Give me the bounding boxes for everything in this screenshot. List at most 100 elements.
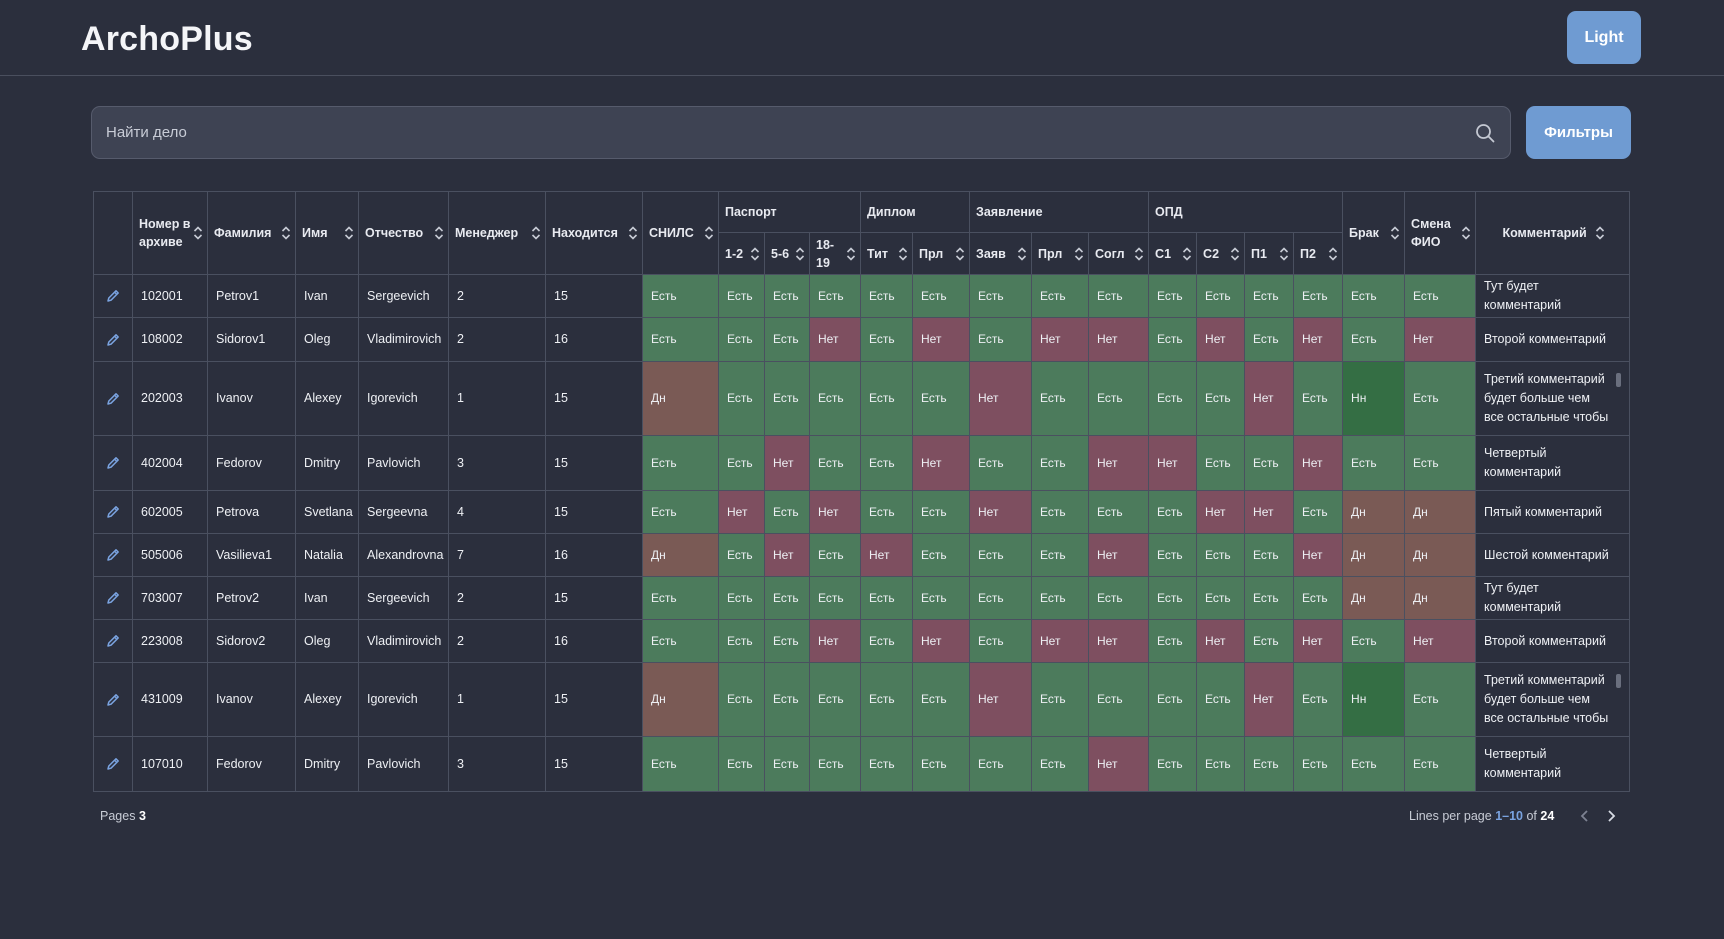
- header-comment[interactable]: Комментарий: [1475, 191, 1631, 275]
- comment-cell: Четвертый комментарий: [1475, 736, 1631, 792]
- sort-icon[interactable]: [1230, 246, 1240, 261]
- status-cell-zayav: Есть: [969, 576, 1033, 620]
- cell-patronymic: Pavlovich: [358, 435, 449, 491]
- pencil-icon[interactable]: [105, 547, 121, 563]
- cell-last-name: Fedorov: [207, 435, 296, 491]
- status-cell-tit: Есть: [860, 361, 913, 436]
- pencil-icon[interactable]: [105, 756, 121, 772]
- lines-range[interactable]: 1–10: [1495, 809, 1523, 823]
- chevron-left-icon[interactable]: [1578, 808, 1592, 824]
- chevron-right-icon[interactable]: [1604, 808, 1618, 824]
- cell-archive-no: 202003: [132, 361, 208, 436]
- header-passport-5-6[interactable]: 5-6: [764, 232, 810, 275]
- header-first-name[interactable]: Имя: [295, 191, 359, 275]
- pencil-icon[interactable]: [105, 288, 121, 304]
- status-cell-tit: Есть: [860, 662, 913, 737]
- edit-cell: [93, 736, 133, 792]
- cell-last-name: Ivanov: [207, 662, 296, 737]
- sort-icon[interactable]: [628, 226, 638, 240]
- cell-location: 15: [545, 274, 643, 318]
- sort-icon[interactable]: [1017, 246, 1027, 261]
- search-input[interactable]: [106, 107, 1446, 158]
- sort-icon[interactable]: [955, 246, 965, 261]
- status-cell-aprl: Нет: [1031, 317, 1090, 362]
- status-cell-prl: Есть: [911, 361, 971, 436]
- header-manager[interactable]: Менеджер: [448, 191, 546, 275]
- comment-scrollbar[interactable]: [1616, 674, 1622, 688]
- header-application-sogl[interactable]: Согл: [1088, 232, 1150, 275]
- cell-first-name: Alexey: [295, 361, 359, 436]
- status-cell-p56: Есть: [764, 490, 810, 534]
- status-cell-zayav: Нет: [969, 490, 1033, 534]
- header-diploma-tit[interactable]: Тит: [860, 232, 913, 275]
- header-opd-p2[interactable]: П2: [1293, 232, 1344, 275]
- header-patronymic[interactable]: Отчество: [358, 191, 449, 275]
- header-last-name[interactable]: Фамилия: [207, 191, 296, 275]
- pencil-icon[interactable]: [105, 332, 121, 348]
- sort-icon[interactable]: [281, 226, 291, 240]
- status-cell-c2: Нет: [1196, 317, 1246, 362]
- cell-manager: 3: [448, 435, 546, 491]
- header-opd-c1[interactable]: C1: [1148, 232, 1198, 275]
- sort-icon[interactable]: [846, 246, 856, 261]
- table-row: 703007 Petrov2 Ivan Sergeevich 2 15 Есть Есть Ес…: [93, 576, 1631, 620]
- header-opd-p1[interactable]: П1: [1244, 232, 1295, 275]
- cell-patronymic: Sergeevich: [358, 274, 449, 318]
- header-location[interactable]: Находится: [545, 191, 643, 275]
- sort-icon[interactable]: [795, 246, 805, 261]
- status-cell-c2: Есть: [1196, 662, 1246, 737]
- status-cell-p1: Есть: [1244, 435, 1295, 491]
- pencil-icon[interactable]: [105, 692, 121, 708]
- cell-first-name: Svetlana: [295, 490, 359, 534]
- sort-icon[interactable]: [750, 246, 760, 261]
- status-cell-p12: Есть: [718, 435, 765, 491]
- header-brak[interactable]: Брак: [1342, 191, 1406, 275]
- header-passport-18-19[interactable]: 18-19: [809, 232, 861, 275]
- header-diploma-prl[interactable]: Прл: [911, 232, 971, 275]
- pencil-icon[interactable]: [105, 391, 121, 407]
- sort-icon[interactable]: [1074, 246, 1084, 261]
- filters-button[interactable]: Фильтры: [1526, 106, 1631, 159]
- comment-scrollbar[interactable]: [1616, 373, 1622, 387]
- sort-icon[interactable]: [531, 226, 541, 240]
- pencil-icon[interactable]: [105, 455, 121, 471]
- status-cell-c1: Есть: [1148, 533, 1198, 577]
- status-cell-sogl: Нет: [1088, 435, 1150, 491]
- sort-icon[interactable]: [1328, 246, 1338, 261]
- sort-icon[interactable]: [1390, 226, 1400, 240]
- header-application-zayav[interactable]: Заяв: [969, 232, 1033, 275]
- status-cell-p2: Есть: [1293, 361, 1344, 436]
- sort-icon[interactable]: [704, 226, 714, 240]
- comment-text: Третий комментарий будет больше чем все …: [1484, 673, 1609, 725]
- status-cell-brak: Есть: [1342, 435, 1406, 491]
- status-cell-brak: Есть: [1342, 619, 1406, 663]
- header-name-change[interactable]: Смена ФИО: [1404, 191, 1477, 275]
- header-opd-c2[interactable]: C2: [1196, 232, 1246, 275]
- status-cell-aprl: Есть: [1031, 435, 1090, 491]
- cell-last-name: Fedorov: [207, 736, 296, 792]
- search-box: [91, 106, 1511, 159]
- table-row: 602005 Petrova Svetlana Sergeevna 4 15 Есть Нет…: [93, 490, 1631, 534]
- sort-icon[interactable]: [1182, 246, 1192, 261]
- sort-icon[interactable]: [1595, 226, 1605, 240]
- search-icon[interactable]: [1475, 123, 1495, 143]
- sort-icon[interactable]: [1461, 226, 1471, 240]
- status-cell-p2: Нет: [1293, 619, 1344, 663]
- theme-toggle-button[interactable]: Light: [1567, 11, 1641, 64]
- sort-icon[interactable]: [1134, 246, 1144, 261]
- header-passport-1-2[interactable]: 1-2: [718, 232, 765, 275]
- sort-icon[interactable]: [898, 246, 908, 261]
- sort-icon[interactable]: [1279, 246, 1289, 261]
- pencil-icon[interactable]: [105, 504, 121, 520]
- header-snils[interactable]: СНИЛС: [642, 191, 719, 275]
- header-archive-no[interactable]: Номер в архиве: [132, 191, 208, 275]
- status-cell-p56: Нет: [764, 435, 810, 491]
- pencil-icon[interactable]: [105, 633, 121, 649]
- sort-icon[interactable]: [193, 226, 203, 240]
- pencil-icon[interactable]: [105, 590, 121, 606]
- comment-text: Тут будет комментарий: [1484, 279, 1562, 312]
- header-application-prl[interactable]: Прл: [1031, 232, 1090, 275]
- status-cell-zayav: Нет: [969, 361, 1033, 436]
- sort-icon[interactable]: [434, 226, 444, 240]
- sort-icon[interactable]: [344, 226, 354, 240]
